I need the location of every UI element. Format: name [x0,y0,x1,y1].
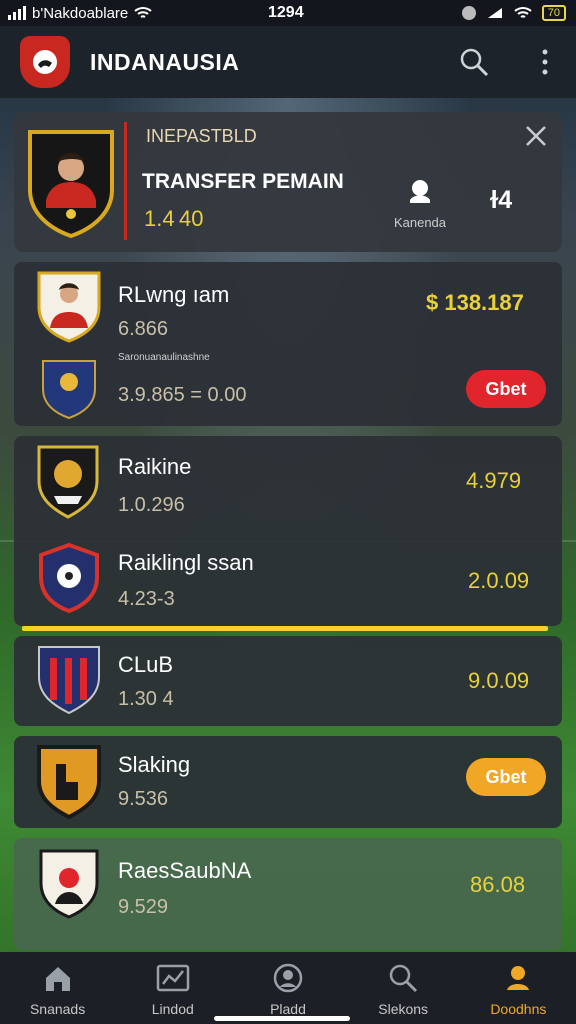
wifi-icon [134,7,152,18]
row-name: Raiklingl ssan [118,550,254,575]
carrier-label: b'Nakdoablare [32,4,129,22]
row-sub: 9.536 [118,788,169,810]
row-value: $ 138.187 [426,290,524,315]
close-icon[interactable] [524,124,548,148]
status-time: 1294 [268,4,304,21]
club-crest-icon [39,849,99,919]
row-value: 86.08 [470,872,526,897]
club-crest-icon [37,445,99,519]
wifi-status-icon [514,7,532,18]
row-value: 4.979 [466,468,522,493]
bet-button[interactable]: Gbet [466,370,546,408]
app-logo-icon [20,36,70,88]
featured-user-label: Kanenda [393,215,447,230]
player-crest-icon [28,130,114,238]
row-name: CLuB [118,652,174,677]
row-note: Saronuanaulinashne [118,352,210,363]
chart-icon [156,964,190,992]
accent-divider [124,122,127,240]
row-value: 2.0.09 [468,568,530,593]
nav-item-profile[interactable]: Pladd [230,952,345,1024]
row-sub: 4.23-3 [118,588,175,610]
user-icon [507,966,530,990]
player-card[interactable]: RLwng ıam 6.866 $ 138.187 Saronuanaulina… [14,262,562,426]
row-sub: 6.866 [118,318,169,340]
row-sub: 1.0.296 [118,494,185,516]
row-sub: 9.529 [118,896,169,918]
nav-item-search[interactable]: Slekons [346,952,461,1024]
nav-label: Pladd [270,1001,306,1017]
nav-item-home[interactable]: Snanads [0,952,115,1024]
highlight-bar [22,626,548,631]
club-card[interactable]: CLuB 1.30 4 9.0.09 [14,636,562,726]
featured-user[interactable]: Kanenda [380,176,460,230]
search-icon[interactable] [458,46,490,78]
featured-transfer-card[interactable]: INEPASTBLD TRANSFER PEMAIN 1.4 40 Kanend… [14,112,562,252]
notification-icon [461,6,476,20]
nav-label: Snanads [29,1001,86,1017]
row-name: Raikine [118,454,192,479]
row-name: RLwng ıam [118,282,230,307]
featured-label: INEPASTBLD [146,126,257,146]
player-photo-icon [37,271,101,343]
more-options-icon[interactable] [538,46,552,78]
row-name: RaesSaubNA [118,858,252,883]
row-sub: 3.9.865 = 0.00 [118,384,247,406]
network-icon [487,8,502,18]
club-crest-icon [39,542,99,614]
club-crest-icon [37,745,101,820]
club-card[interactable]: Slaking 9.536 Gbet [14,736,562,828]
featured-value: 1.4 40 [144,206,204,231]
club-card[interactable]: RaesSaubNA 9.529 86.08 [14,838,562,950]
status-bar: b'Nakdoablare 1294 70 [0,0,576,26]
row-name: Slaking [118,752,191,777]
nav-label: Slekons [378,1001,429,1017]
home-indicator[interactable] [214,1016,350,1021]
bottom-navigation: Snanads Lindod Pladd Slekons Doodhns [0,952,576,1024]
bet-button[interactable]: Gbet [466,758,546,796]
row-value: 9.0.09 [468,668,530,693]
app-title: INDANAUSIA [90,49,240,75]
nav-item-account[interactable]: Doodhns [461,952,576,1024]
featured-title: TRANSFER PEMAIN [142,170,344,193]
nav-label: Doodhns [490,1001,547,1017]
battery-indicator: 70 [541,5,566,21]
signal-icon [8,6,26,20]
row-sub: 1.30 4 [118,688,174,710]
app-bar: INDANAUSIA [0,26,576,98]
ranking-card[interactable]: Raikine 1.0.296 4.979 Raiklingl ssan 4.2… [14,436,562,626]
user-icon [410,180,430,203]
profile-icon [273,963,303,993]
home-icon [45,967,70,991]
nav-label: Lindod [151,1001,194,1017]
club-crest-icon [42,360,96,420]
featured-count: ɫ4 [490,186,513,214]
search-icon [389,964,418,993]
nav-item-stats[interactable]: Lindod [115,952,230,1024]
club-crest-icon [38,646,100,715]
